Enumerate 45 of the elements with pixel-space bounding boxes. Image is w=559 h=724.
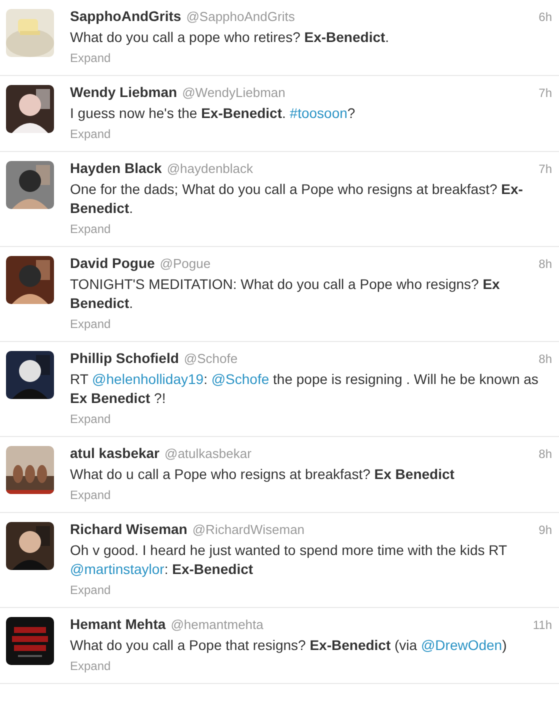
- user-handle: @haydenblack: [166, 161, 254, 176]
- tweet-time: 11h: [532, 618, 552, 632]
- user-handle: @hemantmehta: [170, 617, 264, 632]
- tweet-link[interactable]: @Schofe: [211, 371, 270, 387]
- expand-link[interactable]: Expand: [70, 486, 111, 504]
- tweet-time: 7h: [538, 86, 552, 100]
- tweet-text: Oh v good. I heard he just wanted to spend more time with the kids RT @martinstaylor: Ex-Benedict: [70, 541, 508, 579]
- tweet-time: 7h: [538, 162, 552, 176]
- user-handle: @Schofe: [184, 351, 238, 366]
- user-handle: @RichardWiseman: [192, 522, 305, 537]
- user-handle: @atulkasbekar: [164, 446, 252, 461]
- user-handle: @SapphoAndGrits: [186, 9, 295, 24]
- expand-link[interactable]: Expand: [70, 315, 111, 333]
- tweet-time: 8h: [538, 257, 552, 271]
- tweet-link[interactable]: @martinstaylor: [70, 561, 164, 577]
- tweet-text: What do you call a pope who retires? Ex-Benedict.: [70, 28, 390, 47]
- tweet-link[interactable]: @DrewOden: [420, 637, 502, 653]
- tweet-time: 8h: [538, 447, 552, 461]
- expand-link[interactable]: Expand: [70, 220, 111, 238]
- tweet-text: What do u call a Pope who resigns at breakfast? Ex Benedict: [70, 465, 456, 484]
- user-name: atul kasbekar: [70, 445, 160, 461]
- expand-link[interactable]: Expand: [70, 410, 111, 428]
- tweet-time: 6h: [538, 10, 552, 24]
- expand-link[interactable]: Expand: [70, 657, 111, 675]
- expand-link[interactable]: Expand: [70, 125, 111, 143]
- tweet-text: One for the dads; What do you call a Pope who resigns at breakfast? Ex-Benedict.: [70, 180, 524, 218]
- user-name: Hemant Mehta: [70, 616, 166, 632]
- user-name: Richard Wiseman: [70, 521, 188, 537]
- tweet-link[interactable]: @helenholliday19: [92, 371, 204, 387]
- expand-link[interactable]: Expand: [70, 49, 111, 67]
- tweet-link[interactable]: #toosoon: [290, 105, 348, 121]
- tweet-text: TONIGHT'S MEDITATION: What do you call a Pope who resigns? Ex Benedict.: [70, 275, 501, 313]
- tweet-text: I guess now he's the Ex-Benedict. #toosoon?: [70, 104, 356, 123]
- user-name: Phillip Schofield: [70, 350, 179, 366]
- tweet-time: 8h: [538, 352, 552, 366]
- user-handle: @WendyLiebman: [182, 85, 286, 100]
- expand-link[interactable]: Expand: [70, 581, 111, 599]
- user-handle: @Pogue: [160, 256, 211, 271]
- tweet-text: RT @helenholliday19: @Schofe the pope is resigning . Will he be known as Ex Benedict ?!: [70, 370, 540, 408]
- tweet-time: 9h: [538, 523, 552, 537]
- tweet-text: What do you call a Pope that resigns? Ex-Benedict (via @DrewOden): [70, 636, 508, 655]
- user-name: Wendy Liebman: [70, 84, 178, 100]
- user-name: Hayden Black: [70, 160, 162, 176]
- user-name: SapphoAndGrits: [70, 8, 182, 24]
- user-name: David Pogue: [70, 255, 155, 271]
